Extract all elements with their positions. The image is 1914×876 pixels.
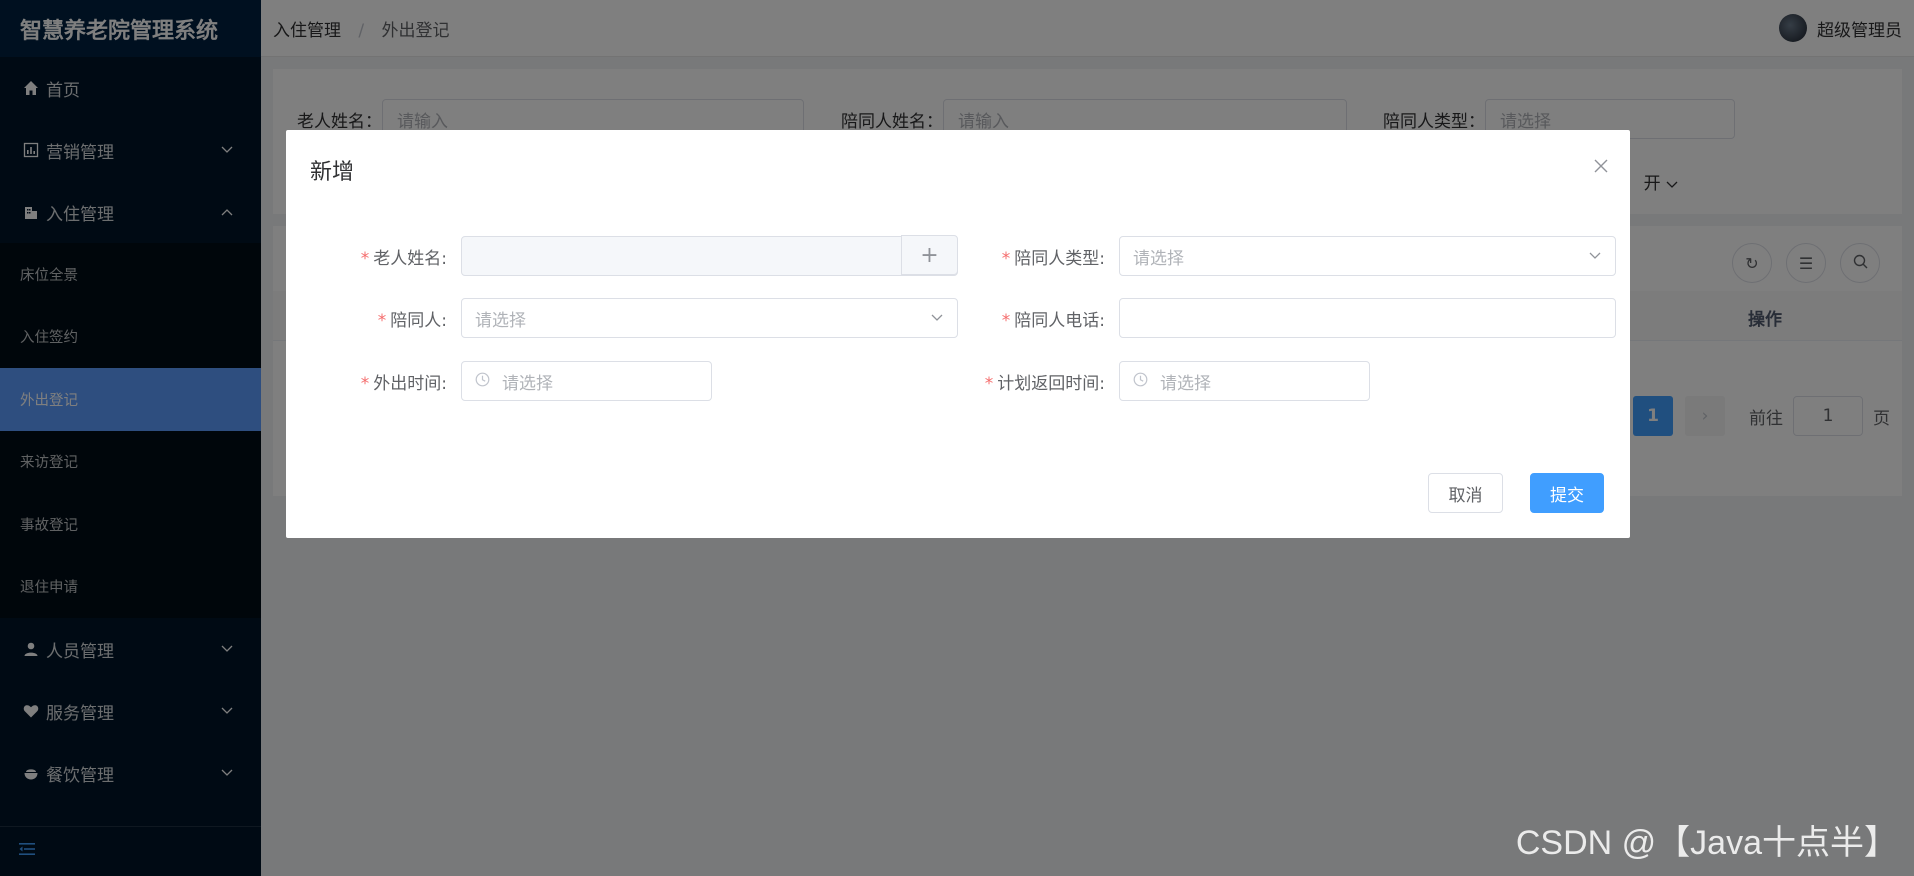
close-icon xyxy=(1594,154,1608,179)
elder-name-input[interactable] xyxy=(461,236,958,276)
dialog-title: 新增 xyxy=(310,160,355,185)
elder-name-label: * 老人姓名: xyxy=(286,244,461,269)
out-time-label: * 外出时间: xyxy=(286,369,461,394)
cancel-button[interactable]: 取消 xyxy=(1428,473,1503,513)
clock-icon xyxy=(475,372,490,391)
form-item-companion-type: * 陪同人类型: 请选择 xyxy=(958,236,1616,276)
dialog-close-button[interactable] xyxy=(1594,154,1608,179)
return-time-picker[interactable]: 请选择 xyxy=(1119,361,1370,401)
companion-label: * 陪同人: xyxy=(286,306,461,331)
form-item-companion-phone: * 陪同人电话: xyxy=(958,298,1616,338)
placeholder-text: 请选择 xyxy=(1160,373,1211,394)
required-mark: * xyxy=(984,373,994,394)
companion-type-label: * 陪同人类型: xyxy=(958,244,1119,269)
elder-select-button[interactable]: + xyxy=(901,235,958,275)
label-text: 陪同人类型: xyxy=(1014,248,1105,269)
form-item-return-time: * 计划返回时间: 请选择 xyxy=(958,361,1370,401)
companion-select[interactable]: 请选择 xyxy=(461,298,958,338)
watermark-text: CSDN @【Java十点半】 xyxy=(1515,824,1898,862)
chevron-down-icon xyxy=(1589,249,1601,263)
companion-phone-label: * 陪同人电话: xyxy=(958,306,1119,331)
label-text: 老人姓名: xyxy=(373,248,447,269)
return-time-label: * 计划返回时间: xyxy=(958,369,1119,394)
clock-icon xyxy=(1133,372,1148,391)
required-mark: * xyxy=(1001,248,1011,269)
plus-icon: + xyxy=(920,242,939,268)
label-text: 陪同人电话: xyxy=(1014,310,1105,331)
placeholder-text: 请选择 xyxy=(502,373,553,394)
chevron-down-icon xyxy=(931,311,943,325)
required-mark: * xyxy=(377,310,387,331)
label-text: 外出时间: xyxy=(373,373,447,394)
out-time-picker[interactable]: 请选择 xyxy=(461,361,712,401)
add-dialog: 新增 * 老人姓名: + * 陪同人类型: 请选择 * 陪同人: 请选择 * 陪… xyxy=(286,130,1630,538)
form-item-elder-name: * 老人姓名: + xyxy=(286,235,958,276)
required-mark: * xyxy=(360,248,370,269)
required-mark: * xyxy=(1001,310,1011,331)
required-mark: * xyxy=(360,373,370,394)
placeholder-text: 请选择 xyxy=(1133,248,1184,269)
companion-type-select[interactable]: 请选择 xyxy=(1119,236,1616,276)
submit-button[interactable]: 提交 xyxy=(1530,473,1604,513)
form-item-out-time: * 外出时间: 请选择 xyxy=(286,361,712,401)
label-text: 计划返回时间: xyxy=(997,373,1105,394)
form-item-companion: * 陪同人: 请选择 xyxy=(286,298,958,338)
companion-phone-input[interactable] xyxy=(1119,298,1616,338)
label-text: 陪同人: xyxy=(390,310,447,331)
placeholder-text: 请选择 xyxy=(475,310,526,331)
